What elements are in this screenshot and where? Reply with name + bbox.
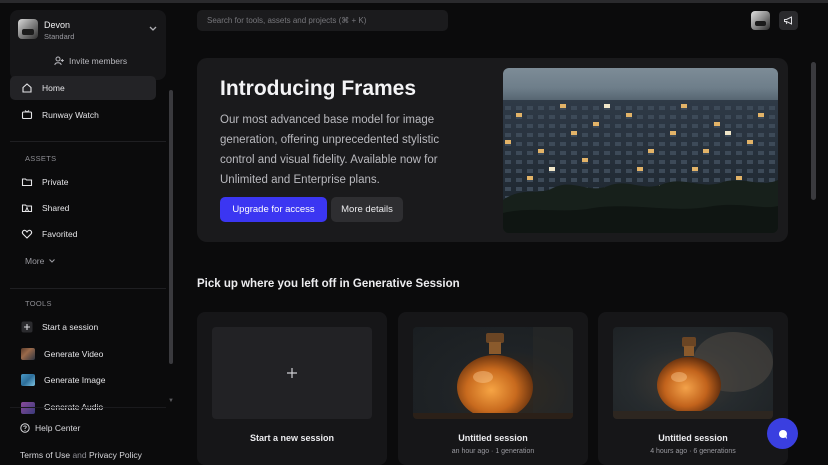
search-input[interactable]: Search for tools, assets and projects (⌘…: [197, 10, 448, 31]
plus-icon: [21, 321, 33, 333]
session-meta: 4 hours ago · 6 generations: [650, 448, 736, 455]
more-details-button[interactable]: More details: [331, 197, 403, 222]
sidebar-item-runway-watch[interactable]: Runway Watch: [10, 103, 156, 127]
workspace-avatar: [18, 19, 38, 39]
sidebar-scrollbar[interactable]: [169, 90, 173, 364]
home-icon: [22, 83, 32, 93]
heart-icon: [21, 229, 33, 239]
tool-label: Start a session: [42, 322, 99, 332]
legal-and: and: [72, 450, 87, 460]
frames-promo-banner: Introducing Frames Our most advanced bas…: [197, 58, 788, 242]
sidebar-divider: [10, 407, 166, 408]
upgrade-for-access-button[interactable]: Upgrade for access: [220, 197, 327, 222]
new-session-thumb: [212, 327, 372, 419]
assets-more-button[interactable]: More: [25, 256, 56, 266]
chat-bubble-icon: [778, 429, 787, 439]
tool-generate-image[interactable]: Generate Image: [10, 368, 156, 392]
banner-title: Introducing Frames: [220, 77, 417, 100]
sidebar-divider: [10, 141, 166, 142]
perfume-bottle-image: [413, 327, 573, 419]
add-user-icon: [54, 56, 64, 66]
sidebar-item-shared[interactable]: Shared: [10, 196, 156, 220]
tools-heading: TOOLS: [25, 299, 52, 308]
tool-generate-audio[interactable]: Generate Audio: [10, 401, 156, 415]
help-center-link[interactable]: Help Center: [20, 423, 80, 433]
legal-links: Terms of Use and Privacy Policy: [20, 450, 142, 460]
tool-generate-video[interactable]: Generate Video: [10, 342, 156, 366]
top-edge: [0, 0, 828, 3]
tv-icon: [21, 110, 33, 120]
main-scrollbar[interactable]: [811, 62, 816, 200]
assets-heading: ASSETS: [25, 154, 57, 163]
workspace-name: Devon: [44, 20, 71, 30]
invite-members-button[interactable]: Invite members: [54, 56, 127, 66]
sidebar: Devon Standard Invite members Home Runwa…: [10, 8, 178, 465]
plus-icon: [287, 368, 297, 378]
sidebar-item-label: Private: [42, 177, 69, 187]
chat-support-button[interactable]: [767, 418, 798, 449]
session-thumbnail: [413, 327, 573, 419]
image-thumb-icon: [21, 374, 35, 386]
sidebar-item-favorited[interactable]: Favorited: [10, 222, 156, 246]
session-card[interactable]: Untitled session 4 hours ago · 6 generat…: [598, 312, 788, 465]
workspace-card[interactable]: Devon Standard Invite members: [10, 10, 166, 80]
folder-icon: [21, 178, 33, 187]
tool-label: Generate Video: [44, 349, 104, 359]
shared-folder-icon: [21, 204, 33, 213]
megaphone-icon: [784, 16, 792, 25]
more-label: More: [25, 256, 45, 266]
scroll-down-arrow-icon[interactable]: ▼: [168, 398, 174, 404]
tool-label: Generate Image: [44, 375, 106, 385]
apartment-building-image: [503, 100, 778, 233]
new-session-card[interactable]: Start a new session: [197, 312, 387, 465]
new-session-label: Start a new session: [249, 433, 335, 443]
sidebar-item-label: Shared: [42, 203, 70, 213]
sidebar-divider: [10, 288, 166, 289]
chevron-down-icon: [49, 259, 56, 263]
sessions-heading: Pick up where you left off in Generative…: [197, 278, 460, 290]
sidebar-item-private[interactable]: Private: [10, 170, 156, 194]
sidebar-item-label: Runway Watch: [42, 110, 99, 120]
workspace-plan: Standard: [44, 32, 75, 41]
banner-image: [503, 68, 778, 233]
chevron-down-icon[interactable]: [148, 25, 158, 33]
video-thumb-icon: [21, 348, 35, 360]
sidebar-item-label: Favorited: [42, 229, 78, 239]
session-thumbnail: [613, 327, 773, 419]
privacy-policy-link[interactable]: Privacy Policy: [89, 450, 142, 460]
session-card[interactable]: Untitled session an hour ago · 1 generat…: [398, 312, 588, 465]
user-avatar[interactable]: [751, 11, 770, 30]
session-meta: an hour ago · 1 generation: [451, 448, 535, 455]
perfume-bottle-image: [613, 332, 773, 419]
session-title: Untitled session: [458, 433, 528, 443]
help-center-label: Help Center: [35, 423, 81, 433]
sidebar-item-home[interactable]: Home: [10, 76, 156, 100]
banner-description: Our most advanced base model for image g…: [220, 114, 440, 186]
audio-thumb-icon: [21, 402, 35, 414]
sidebar-item-label: Home: [42, 83, 65, 93]
terms-of-use-link[interactable]: Terms of Use: [20, 450, 70, 460]
app-window: Devon Standard Invite members Home Runwa…: [0, 0, 828, 465]
session-title: Untitled session: [658, 433, 728, 443]
help-icon: [20, 423, 30, 433]
invite-members-label: Invite members: [69, 56, 128, 66]
tool-start-session[interactable]: Start a session: [10, 315, 156, 339]
announcements-button[interactable]: [779, 11, 798, 30]
